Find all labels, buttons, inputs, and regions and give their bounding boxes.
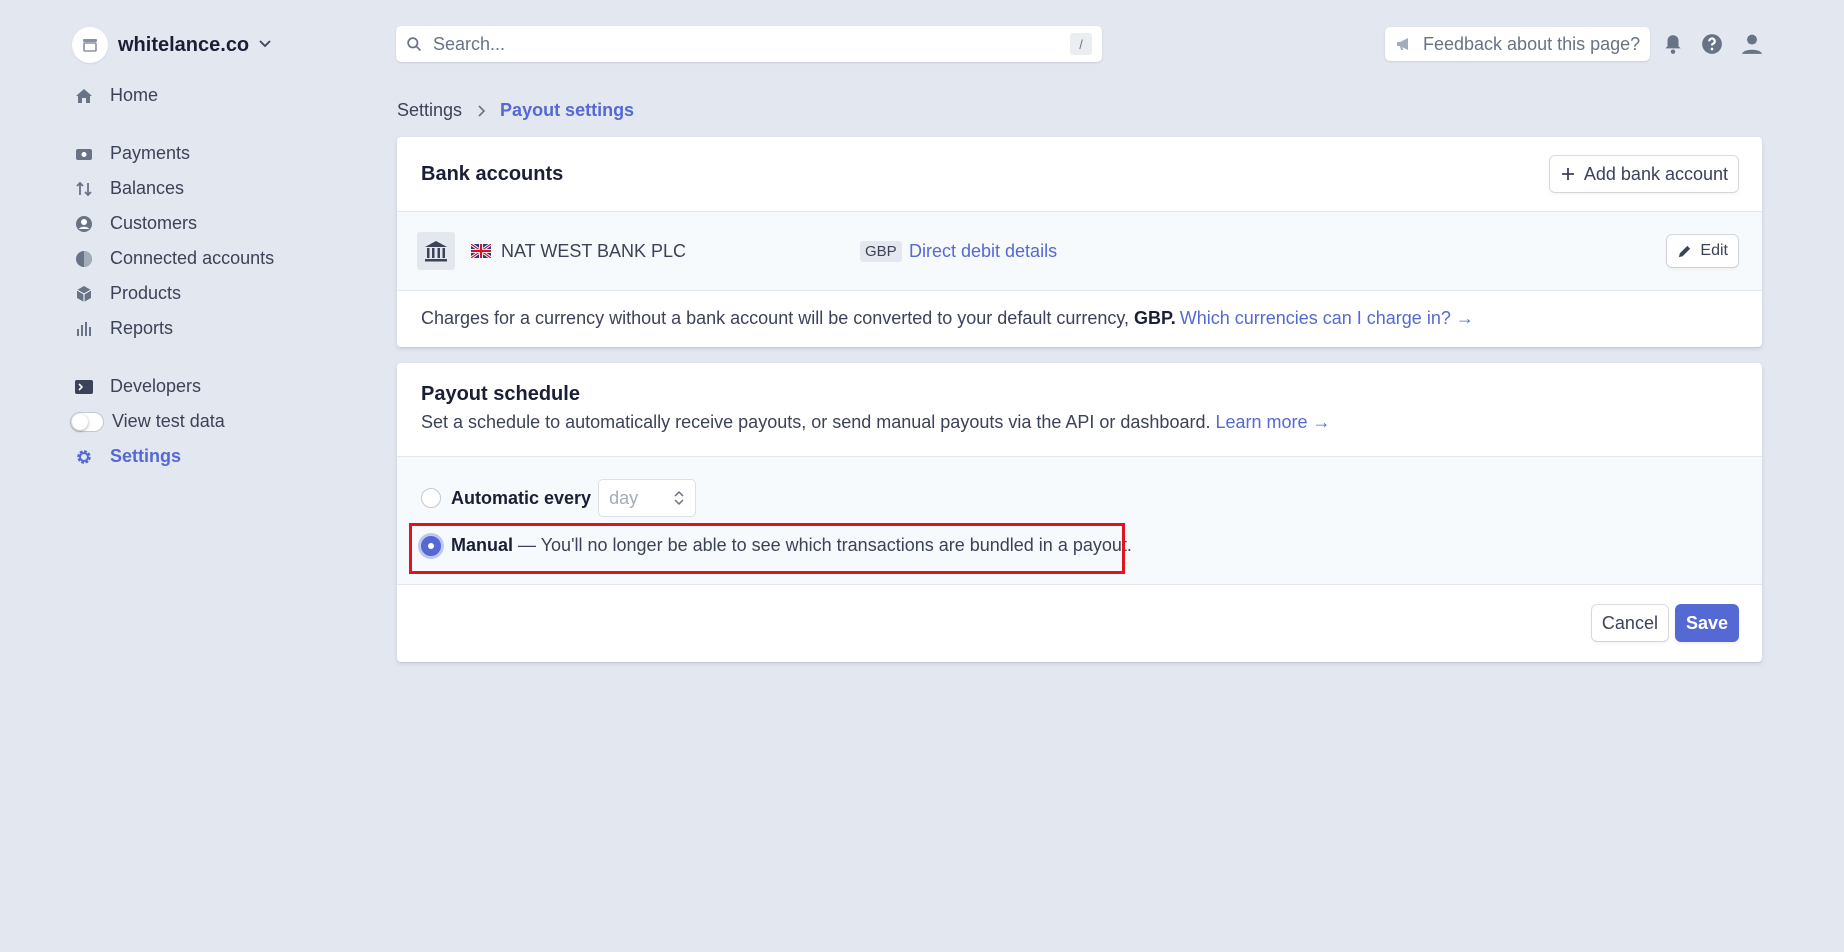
interval-select[interactable]: day — [599, 480, 696, 516]
add-bank-account-label: Add bank account — [1583, 163, 1728, 184]
breadcrumb-current: Payout settings — [500, 100, 635, 120]
highlight-box — [409, 523, 1125, 574]
sidebar-item-payments[interactable]: Payments — [72, 136, 372, 171]
currency-note: Charges for a currency without a bank ac… — [397, 291, 1762, 346]
connected-accounts-icon — [72, 247, 96, 271]
products-icon — [72, 282, 96, 306]
sidebar-item-developers[interactable]: Developers — [72, 369, 372, 404]
feedback-label: Feedback about this page? — [1423, 33, 1641, 54]
sidebar-item-label: Payments — [110, 143, 191, 163]
customers-icon — [72, 212, 96, 236]
payout-schedule-header: Payout schedule Set a schedule to automa… — [397, 363, 1762, 457]
payments-icon — [72, 142, 96, 166]
sidebar-item-settings[interactable]: Settings — [72, 439, 372, 474]
payout-schedule-footer: Cancel Save — [397, 585, 1762, 661]
sidebar-item-label: Reports — [110, 318, 174, 338]
balances-icon — [72, 177, 96, 201]
sidebar-item-label: Customers — [110, 213, 198, 233]
sidebar-item-label: Products — [110, 283, 182, 303]
sidebar-item-label: Balances — [110, 178, 185, 198]
uk-flag-icon — [471, 244, 491, 258]
bank-account-row[interactable]: NAT WEST BANK PLC GBP Direct debit detai… — [397, 211, 1762, 291]
pencil-icon — [1679, 245, 1691, 257]
automatic-option: Automatic every day — [421, 480, 696, 516]
help-icon[interactable] — [1701, 33, 1723, 55]
sidebar-item-label: Settings — [110, 446, 182, 466]
bell-icon[interactable] — [1662, 33, 1684, 55]
save-button[interactable]: Save — [1675, 605, 1738, 641]
sidebar-item-connected-accounts[interactable]: Connected accounts — [72, 241, 372, 276]
breadcrumb: Settings Payout settings — [397, 100, 634, 121]
edit-label: Edit — [1700, 242, 1728, 259]
sidebar-item-balances[interactable]: Balances — [72, 171, 372, 206]
plus-icon — [1561, 168, 1574, 180]
megaphone-icon — [1397, 38, 1408, 50]
payout-schedule-title: Payout schedule — [421, 383, 580, 405]
default-currency: GBP. — [1134, 308, 1176, 328]
currency-note-text: Charges for a currency without a bank ac… — [421, 308, 1130, 328]
direct-debit-details-link[interactable]: Direct debit details — [909, 241, 1057, 262]
payout-schedule-description: Set a schedule to automatically receive … — [397, 412, 1762, 433]
sidebar-item-label: Developers — [110, 376, 202, 396]
add-bank-account-button[interactable]: Add bank account — [1549, 156, 1738, 192]
chevron-updown-icon — [674, 490, 684, 506]
edit-bank-account-button[interactable]: Edit — [1667, 235, 1738, 267]
chevron-right-icon — [474, 104, 488, 118]
reports-icon — [72, 317, 96, 341]
bank-name: NAT WEST BANK PLC — [501, 240, 687, 261]
terminal-icon — [72, 375, 96, 399]
breadcrumb-settings[interactable]: Settings — [397, 100, 462, 121]
sidebar-item-label: Connected accounts — [110, 248, 275, 268]
search-bar[interactable]: / — [396, 26, 1102, 62]
sidebar-item-home[interactable]: Home — [72, 78, 372, 113]
search-shortcut: / — [1070, 33, 1092, 55]
description-text: Set a schedule to automatically receive … — [421, 412, 1211, 432]
bank-accounts-card: Bank accounts Add bank account NAT WEST … — [397, 137, 1762, 347]
chevron-down-icon — [257, 35, 273, 56]
sidebar: whitelance.co Home Payments Balances Cus… — [70, 24, 372, 474]
currencies-help-link[interactable]: Which currencies can I charge in? → — [1180, 308, 1474, 329]
currency-badge: GBP — [860, 240, 902, 262]
bank-accounts-title: Bank accounts — [421, 162, 564, 185]
sidebar-item-view-test-data[interactable]: View test data — [64, 404, 372, 439]
feedback-button[interactable]: Feedback about this page? — [1385, 27, 1651, 61]
sidebar-nav: Home Payments Balances Customers Connect… — [70, 78, 372, 474]
user-icon[interactable] — [1741, 33, 1763, 55]
sidebar-item-label: Home — [110, 85, 159, 105]
interval-value: day — [609, 487, 639, 508]
automatic-label[interactable]: Automatic every — [451, 488, 591, 509]
account-name: whitelance.co — [118, 33, 250, 56]
sidebar-item-customers[interactable]: Customers — [72, 206, 372, 241]
bank-accounts-header: Bank accounts Add bank account — [397, 137, 1762, 211]
search-input[interactable] — [433, 33, 1070, 55]
gear-icon — [72, 445, 96, 469]
sidebar-item-products[interactable]: Products — [72, 276, 372, 311]
payout-schedule-card: Payout schedule Set a schedule to automa… — [397, 363, 1762, 662]
learn-more-link[interactable]: Learn more → — [1215, 412, 1330, 432]
cancel-button[interactable]: Cancel — [1591, 605, 1668, 641]
test-data-toggle[interactable] — [70, 411, 104, 432]
automatic-radio[interactable] — [421, 488, 441, 508]
store-icon — [72, 27, 108, 63]
bank-icon — [417, 232, 455, 270]
sidebar-item-label: View test data — [112, 411, 225, 431]
home-icon — [72, 84, 96, 108]
search-icon — [407, 36, 422, 51]
sidebar-item-reports[interactable]: Reports — [72, 311, 372, 346]
account-switcher[interactable]: whitelance.co — [72, 24, 372, 66]
